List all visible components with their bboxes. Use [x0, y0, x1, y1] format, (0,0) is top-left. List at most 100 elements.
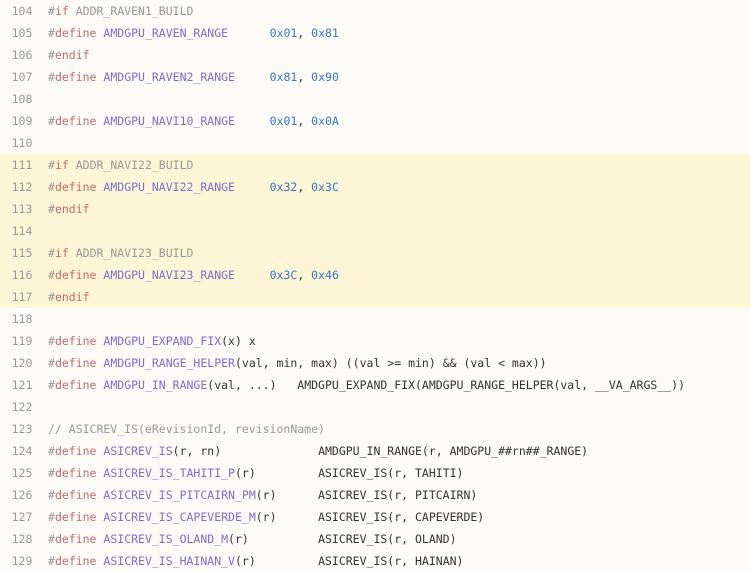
token: [235, 114, 270, 128]
token: if: [55, 4, 69, 18]
code-content[interactable]: #define ASICREV_IS(r, rn) AMDGPU_IN_RANG…: [42, 440, 750, 462]
token: ASICREV_IS_HAINAN_V: [103, 554, 235, 568]
line-number: 125: [0, 462, 42, 484]
code-content[interactable]: #define AMDGPU_RAVEN2_RANGE 0x81, 0x90: [42, 66, 750, 88]
token: AMDGPU_NAVI23_RANGE: [103, 268, 235, 282]
token: [235, 180, 270, 194]
line-number: 107: [0, 66, 42, 88]
line-number: 123: [0, 418, 42, 440]
code-line: 110: [0, 132, 750, 154]
token: ,: [297, 268, 311, 282]
line-number: 110: [0, 132, 42, 154]
token: if: [55, 158, 69, 172]
code-content[interactable]: #define AMDGPU_NAVI23_RANGE 0x3C, 0x46: [42, 264, 750, 286]
token: (r, rn) AMDGPU_IN_RANGE(r, AMDGPU_##rn##…: [173, 444, 588, 458]
token: AMDGPU_IN_RANGE: [103, 378, 207, 392]
token: #: [48, 4, 55, 18]
token: define: [55, 466, 97, 480]
code-content[interactable]: // ASICREV_IS(eRevisionId, revisionName): [42, 418, 750, 440]
code-line: 117#endif: [0, 286, 750, 308]
token: (x) x: [221, 334, 256, 348]
code-line: 123// ASICREV_IS(eRevisionId, revisionNa…: [0, 418, 750, 440]
token: ADDR_NAVI22_BUILD: [69, 158, 194, 172]
code-content[interactable]: #if ADDR_NAVI23_BUILD: [42, 242, 750, 264]
code-content[interactable]: #if ADDR_NAVI22_BUILD: [42, 154, 750, 176]
code-content[interactable]: #define AMDGPU_NAVI22_RANGE 0x32, 0x3C: [42, 176, 750, 198]
token: ASICREV_IS: [103, 444, 172, 458]
code-line: 124#define ASICREV_IS(r, rn) AMDGPU_IN_R…: [0, 440, 750, 462]
line-number: 109: [0, 110, 42, 132]
token: (r) ASICREV_IS(r, HAINAN): [235, 554, 463, 568]
code-content[interactable]: #define AMDGPU_NAVI10_RANGE 0x01, 0x0A: [42, 110, 750, 132]
token: endif: [55, 48, 90, 62]
token: 0x32: [270, 180, 298, 194]
token: #: [48, 378, 55, 392]
token: #: [48, 180, 55, 194]
code-line: 111#if ADDR_NAVI22_BUILD: [0, 154, 750, 176]
token: (r) ASICREV_IS(r, PITCAIRN): [256, 488, 478, 502]
code-content[interactable]: #define AMDGPU_IN_RANGE(val, ...) AMDGPU…: [42, 374, 750, 396]
token: #: [48, 488, 55, 502]
code-content[interactable]: [42, 308, 750, 330]
code-line: 128#define ASICREV_IS_OLAND_M(r) ASICREV…: [0, 528, 750, 550]
code-content[interactable]: [42, 220, 750, 242]
code-content[interactable]: #define ASICREV_IS_OLAND_M(r) ASICREV_IS…: [42, 528, 750, 550]
line-number: 126: [0, 484, 42, 506]
line-number: 111: [0, 154, 42, 176]
token: ASICREV_IS_CAPEVERDE_M: [103, 510, 255, 524]
token: AMDGPU_RAVEN2_RANGE: [103, 70, 235, 84]
token: (r) ASICREV_IS(r, OLAND): [228, 532, 456, 546]
code-line: 125#define ASICREV_IS_TAHITI_P(r) ASICRE…: [0, 462, 750, 484]
line-number: 117: [0, 286, 42, 308]
token: #: [48, 268, 55, 282]
token: 0x3C: [311, 180, 339, 194]
code-content[interactable]: #define AMDGPU_RANGE_HELPER(val, min, ma…: [42, 352, 750, 374]
code-content[interactable]: #endif: [42, 286, 750, 308]
code-content[interactable]: #if ADDR_RAVEN1_BUILD: [42, 0, 750, 22]
token: ,: [297, 114, 311, 128]
token: AMDGPU_RANGE_HELPER: [103, 356, 235, 370]
line-number: 108: [0, 88, 42, 110]
line-number: 113: [0, 198, 42, 220]
code-line: 119#define AMDGPU_EXPAND_FIX(x) x: [0, 330, 750, 352]
token: 0x01: [270, 114, 298, 128]
line-number: 105: [0, 22, 42, 44]
token: #: [48, 532, 55, 546]
code-content[interactable]: [42, 132, 750, 154]
code-content[interactable]: #endif: [42, 198, 750, 220]
code-content[interactable]: [42, 88, 750, 110]
code-line: 106#endif: [0, 44, 750, 66]
token: define: [55, 488, 97, 502]
token: #: [48, 334, 55, 348]
token: (r) ASICREV_IS(r, TAHITI): [235, 466, 463, 480]
code-content[interactable]: #define AMDGPU_RAVEN_RANGE 0x01, 0x81: [42, 22, 750, 44]
token: define: [55, 180, 97, 194]
code-line: 126#define ASICREV_IS_PITCAIRN_PM(r) ASI…: [0, 484, 750, 506]
token: AMDGPU_EXPAND_FIX: [103, 334, 221, 348]
code-content[interactable]: [42, 396, 750, 418]
token: define: [55, 378, 97, 392]
token: ,: [297, 70, 311, 84]
code-content[interactable]: #define ASICREV_IS_PITCAIRN_PM(r) ASICRE…: [42, 484, 750, 506]
token: ,: [297, 26, 311, 40]
token: define: [55, 444, 97, 458]
token: endif: [55, 202, 90, 216]
token: if: [55, 246, 69, 260]
token: (val, min, max) ((val >= min) && (val < …: [235, 356, 547, 370]
token: 0x3C: [270, 268, 298, 282]
line-number: 121: [0, 374, 42, 396]
code-content[interactable]: #endif: [42, 44, 750, 66]
token: endif: [55, 290, 90, 304]
code-line: 105#define AMDGPU_RAVEN_RANGE 0x01, 0x81: [0, 22, 750, 44]
code-content[interactable]: #define ASICREV_IS_CAPEVERDE_M(r) ASICRE…: [42, 506, 750, 528]
line-number: 116: [0, 264, 42, 286]
token: define: [55, 532, 97, 546]
code-content[interactable]: #define ASICREV_IS_TAHITI_P(r) ASICREV_I…: [42, 462, 750, 484]
token: AMDGPU_RAVEN_RANGE: [103, 26, 228, 40]
code-line: 118: [0, 308, 750, 330]
line-number: 115: [0, 242, 42, 264]
token: [228, 26, 270, 40]
token: #: [48, 356, 55, 370]
code-content[interactable]: #define AMDGPU_EXPAND_FIX(x) x: [42, 330, 750, 352]
line-number: 128: [0, 528, 42, 550]
